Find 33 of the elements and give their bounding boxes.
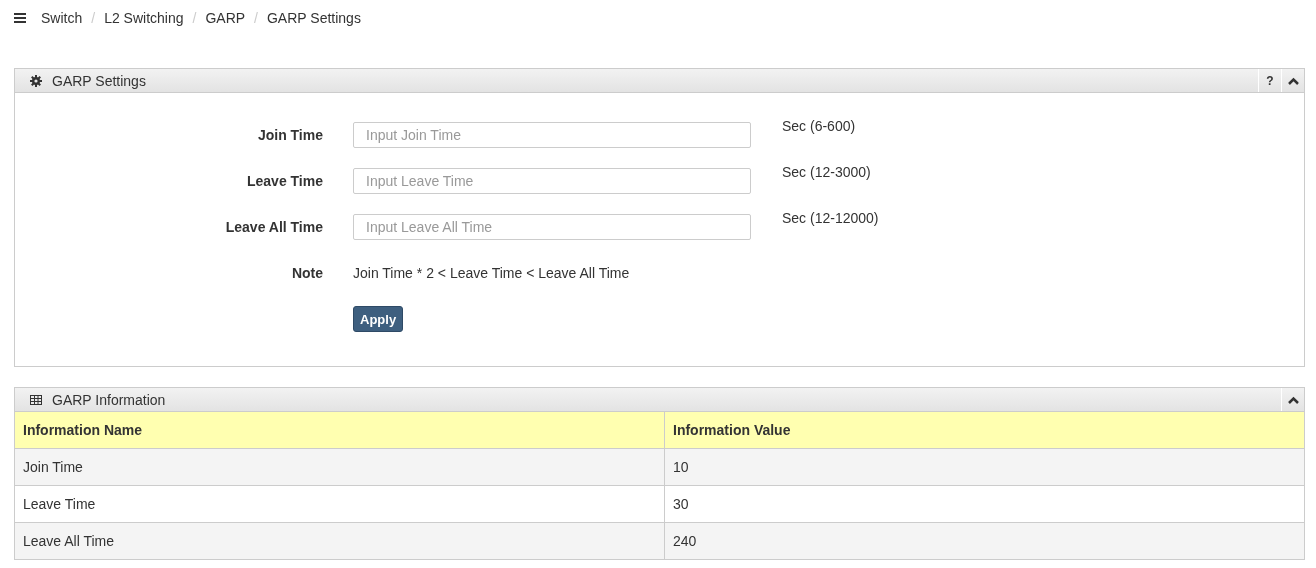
range-hint: Sec (6-600) bbox=[782, 118, 856, 134]
field-label: Join Time bbox=[256, 127, 323, 143]
breadcrumb-item[interactable]: L2 Switching bbox=[104, 10, 184, 26]
breadcrumb-separator: / bbox=[254, 10, 258, 26]
table-cell: Join Time bbox=[15, 448, 665, 486]
breadcrumb-item[interactable]: GARP Settings bbox=[267, 10, 361, 26]
menu-icon[interactable] bbox=[14, 13, 26, 23]
gear-icon bbox=[30, 74, 42, 87]
range-hint: Sec (12-12000) bbox=[782, 210, 879, 226]
collapse-icon bbox=[1287, 76, 1299, 85]
column-header: Information Value bbox=[664, 412, 1304, 449]
help-button[interactable]: ? bbox=[1258, 69, 1281, 92]
range-hint: Sec (12-3000) bbox=[782, 164, 871, 180]
table-cell: 10 bbox=[664, 448, 1304, 486]
table-icon bbox=[30, 393, 42, 406]
panel-title: GARP Information bbox=[52, 391, 167, 408]
breadcrumb-item[interactable]: Switch bbox=[41, 10, 83, 26]
table-cell: Leave All Time bbox=[15, 522, 665, 559]
field-label: Leave Time bbox=[246, 173, 323, 189]
table-cell: 240 bbox=[664, 522, 1304, 559]
breadcrumb-separator: / bbox=[192, 10, 197, 26]
field-label: Note bbox=[290, 265, 323, 281]
breadcrumb-item[interactable]: GARP bbox=[205, 10, 246, 26]
breadcrumb-separator: / bbox=[91, 10, 96, 26]
note-text: Join Time * 2 < Leave Time < Leave All Time bbox=[353, 265, 630, 281]
column-header: Information Name bbox=[15, 412, 665, 449]
input-field[interactable]: Input Join Time bbox=[353, 122, 751, 148]
apply-button[interactable]: Apply bbox=[353, 306, 404, 332]
panel-title: GARP Settings bbox=[52, 72, 147, 89]
collapse-icon bbox=[1287, 395, 1299, 404]
field-label: Leave All Time bbox=[224, 219, 323, 235]
input-field[interactable]: Input Leave All Time bbox=[353, 214, 751, 240]
input-field[interactable]: Input Leave Time bbox=[353, 168, 751, 194]
